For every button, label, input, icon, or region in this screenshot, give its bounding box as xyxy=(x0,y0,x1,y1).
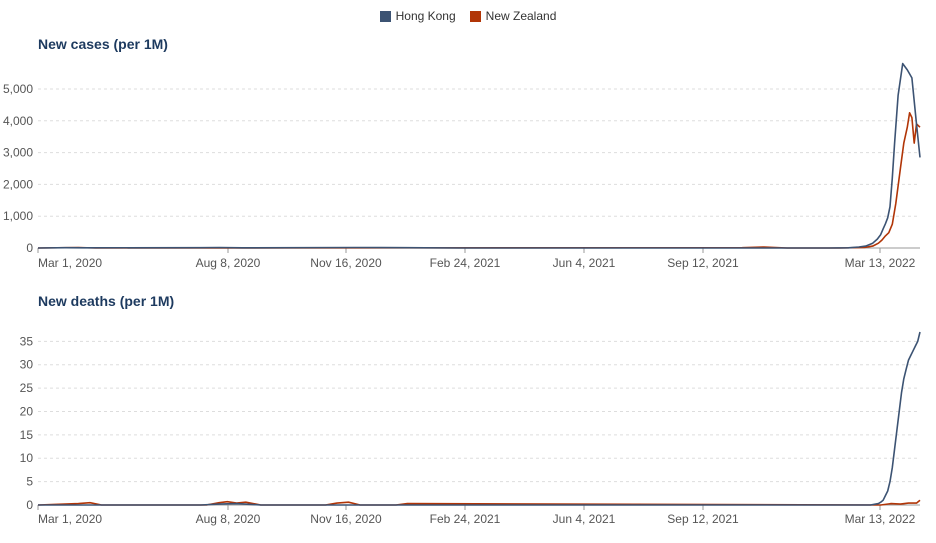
deaths-y-tick-label: 5 xyxy=(26,475,33,489)
deaths-y-tick-label: 10 xyxy=(20,451,34,465)
deaths-y-tick-label: 0 xyxy=(26,498,33,512)
cases-y-tick-label: 5,000 xyxy=(3,82,33,96)
charts-canvas: 0 1,000 2,000 3,000 4,000 5,000 Mar 1, 2020 Aug… xyxy=(3,62,921,526)
deaths-x-tick-label: Jun 4, 2021 xyxy=(553,512,616,526)
deaths-y-tick-label: 30 xyxy=(20,358,34,372)
deaths-series-hong-kong xyxy=(38,331,921,506)
deaths-x-tick-label: Sep 12, 2021 xyxy=(667,512,739,526)
cases-y-tick-label: 0 xyxy=(26,241,33,255)
cases-x-tick-label: Aug 8, 2020 xyxy=(196,256,261,270)
cases-y-tick-label: 4,000 xyxy=(3,114,33,128)
cases-x-tick-label: Mar 1, 2020 xyxy=(38,256,102,270)
deaths-y-tick-label: 35 xyxy=(20,334,34,348)
deaths-x-tick-label: Aug 8, 2020 xyxy=(196,512,261,526)
cases-x-tick-label: Sep 12, 2021 xyxy=(667,256,739,270)
deaths-y-tick-label: 20 xyxy=(20,404,34,418)
deaths-x-tick-label: Nov 16, 2020 xyxy=(310,512,382,526)
deaths-y-tick-label: 15 xyxy=(20,428,34,442)
deaths-y-tick-label: 25 xyxy=(20,381,34,395)
deaths-x-tick-label: Mar 1, 2020 xyxy=(38,512,102,526)
cases-x-tick-label: Mar 13, 2022 xyxy=(845,256,916,270)
cases-y-tick-label: 3,000 xyxy=(3,146,33,160)
cases-series-hong-kong xyxy=(37,62,921,249)
cases-y-tick-label: 2,000 xyxy=(3,177,33,191)
cases-x-tick-label: Feb 24, 2021 xyxy=(430,256,501,270)
cases-y-tick-label: 1,000 xyxy=(3,209,33,223)
cases-x-tick-label: Nov 16, 2020 xyxy=(310,256,382,270)
deaths-x-tick-label: Feb 24, 2021 xyxy=(430,512,501,526)
cases-series-new-zealand xyxy=(37,112,921,249)
cases-x-tick-label: Jun 4, 2021 xyxy=(553,256,616,270)
deaths-x-tick-label: Mar 13, 2022 xyxy=(845,512,916,526)
